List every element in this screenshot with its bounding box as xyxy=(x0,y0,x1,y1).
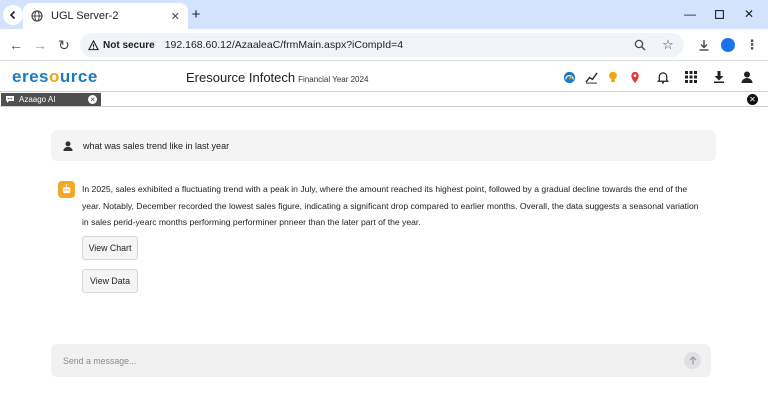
new-tab-button[interactable]: + xyxy=(188,5,204,23)
dashboard-button[interactable] xyxy=(562,70,576,84)
apps-grid-icon xyxy=(685,71,697,83)
close-window-button[interactable]: ✕ xyxy=(739,4,759,24)
user-message-text: what was sales trend like in last year xyxy=(83,140,230,151)
app-download-button[interactable] xyxy=(712,70,726,84)
panel-tab-bar: Azaago AI ✕ ✕ xyxy=(0,91,768,107)
notifications-button[interactable] xyxy=(656,70,670,84)
location-button[interactable] xyxy=(628,70,642,84)
zoom-button[interactable] xyxy=(632,37,648,53)
message-input[interactable] xyxy=(63,353,663,368)
lightbulb-icon xyxy=(609,71,617,82)
close-icon: ✕ xyxy=(749,95,756,104)
close-tab-icon[interactable]: ✕ xyxy=(88,95,97,104)
arrow-up-icon xyxy=(689,356,696,365)
browser-menu-button[interactable]: ⋮ xyxy=(742,35,762,55)
view-chart-button[interactable]: View Chart xyxy=(82,236,138,260)
ideas-button[interactable] xyxy=(606,70,620,84)
minimize-icon: — xyxy=(684,7,696,21)
eresource-logo[interactable]: eresource xyxy=(12,67,98,87)
user-icon xyxy=(61,139,75,153)
bot-message-text: In 2025, sales exhibited a fluctuating t… xyxy=(82,184,699,227)
bell-icon xyxy=(657,71,669,84)
header-toolbar xyxy=(562,70,754,84)
globe-icon xyxy=(31,10,43,22)
panel-tab-label: Azaago AI xyxy=(19,95,56,104)
map-pin-icon xyxy=(631,71,639,83)
profile-button[interactable] xyxy=(718,35,738,55)
warning-icon xyxy=(88,39,99,50)
chat-bubble-icon xyxy=(6,96,14,103)
back-button[interactable]: ← xyxy=(6,35,26,55)
browser-tab-title: UGL Server-2 xyxy=(51,10,119,22)
analytics-button[interactable] xyxy=(584,70,598,84)
downloads-button[interactable] xyxy=(694,35,714,55)
financial-year-label: Financial Year 2024 xyxy=(298,75,369,84)
apps-button[interactable] xyxy=(684,70,698,84)
more-vert-icon: ⋮ xyxy=(745,37,759,52)
close-tab-icon[interactable]: ✕ xyxy=(171,10,180,23)
trend-chart-icon xyxy=(584,71,598,84)
view-data-button[interactable]: View Data xyxy=(82,269,138,293)
avatar xyxy=(721,38,735,52)
tab-search-button[interactable] xyxy=(3,5,23,25)
browser-toolbar: ← → ↻ Not secure 192.168.60.12/AzaaleaC/… xyxy=(0,29,768,61)
maximize-icon xyxy=(714,9,724,19)
address-bar[interactable]: Not secure 192.168.60.12/AzaaleaC/frmMai… xyxy=(80,33,684,57)
reload-icon: ↻ xyxy=(58,36,70,53)
browser-tabstrip: UGL Server-2 ✕ + — ✕ xyxy=(0,0,768,29)
user-icon xyxy=(741,71,753,83)
chevron-left-icon xyxy=(9,10,16,20)
minimize-button[interactable]: — xyxy=(680,4,700,24)
close-panel-button[interactable]: ✕ xyxy=(747,94,758,105)
bot-avatar xyxy=(58,181,75,198)
arrow-left-icon: ← xyxy=(9,37,23,53)
app-header: eresource Eresource Infotech Financial Ye… xyxy=(0,61,768,91)
not-secure-label[interactable]: Not secure xyxy=(103,40,155,51)
dashboard-gauge-icon xyxy=(563,71,575,83)
chat-area: what was sales trend like in last year I… xyxy=(0,107,768,401)
message-composer xyxy=(51,344,711,377)
download-icon xyxy=(714,71,724,83)
page-title: Eresource Infotech Financial Year 2024 xyxy=(186,70,369,85)
user-account-button[interactable] xyxy=(740,70,754,84)
zoom-icon xyxy=(634,39,646,51)
download-icon xyxy=(699,40,709,51)
tab-azaago-ai[interactable]: Azaago AI ✕ xyxy=(1,93,101,106)
reload-button[interactable]: ↻ xyxy=(54,35,74,55)
forward-button[interactable]: → xyxy=(30,35,50,55)
url-text[interactable]: 192.168.60.12/AzaaleaC/frmMain.aspx?iCom… xyxy=(165,39,403,51)
maximize-button[interactable] xyxy=(709,4,729,24)
send-button[interactable] xyxy=(684,352,701,369)
plus-icon: + xyxy=(191,5,201,23)
browser-tab-active[interactable]: UGL Server-2 ✕ xyxy=(23,3,188,29)
user-message: what was sales trend like in last year xyxy=(51,130,716,161)
robot-icon xyxy=(62,184,71,194)
arrow-right-icon: → xyxy=(33,37,47,53)
star-icon: ☆ xyxy=(662,37,674,52)
close-icon: ✕ xyxy=(743,7,755,21)
bookmark-button[interactable]: ☆ xyxy=(660,37,676,53)
